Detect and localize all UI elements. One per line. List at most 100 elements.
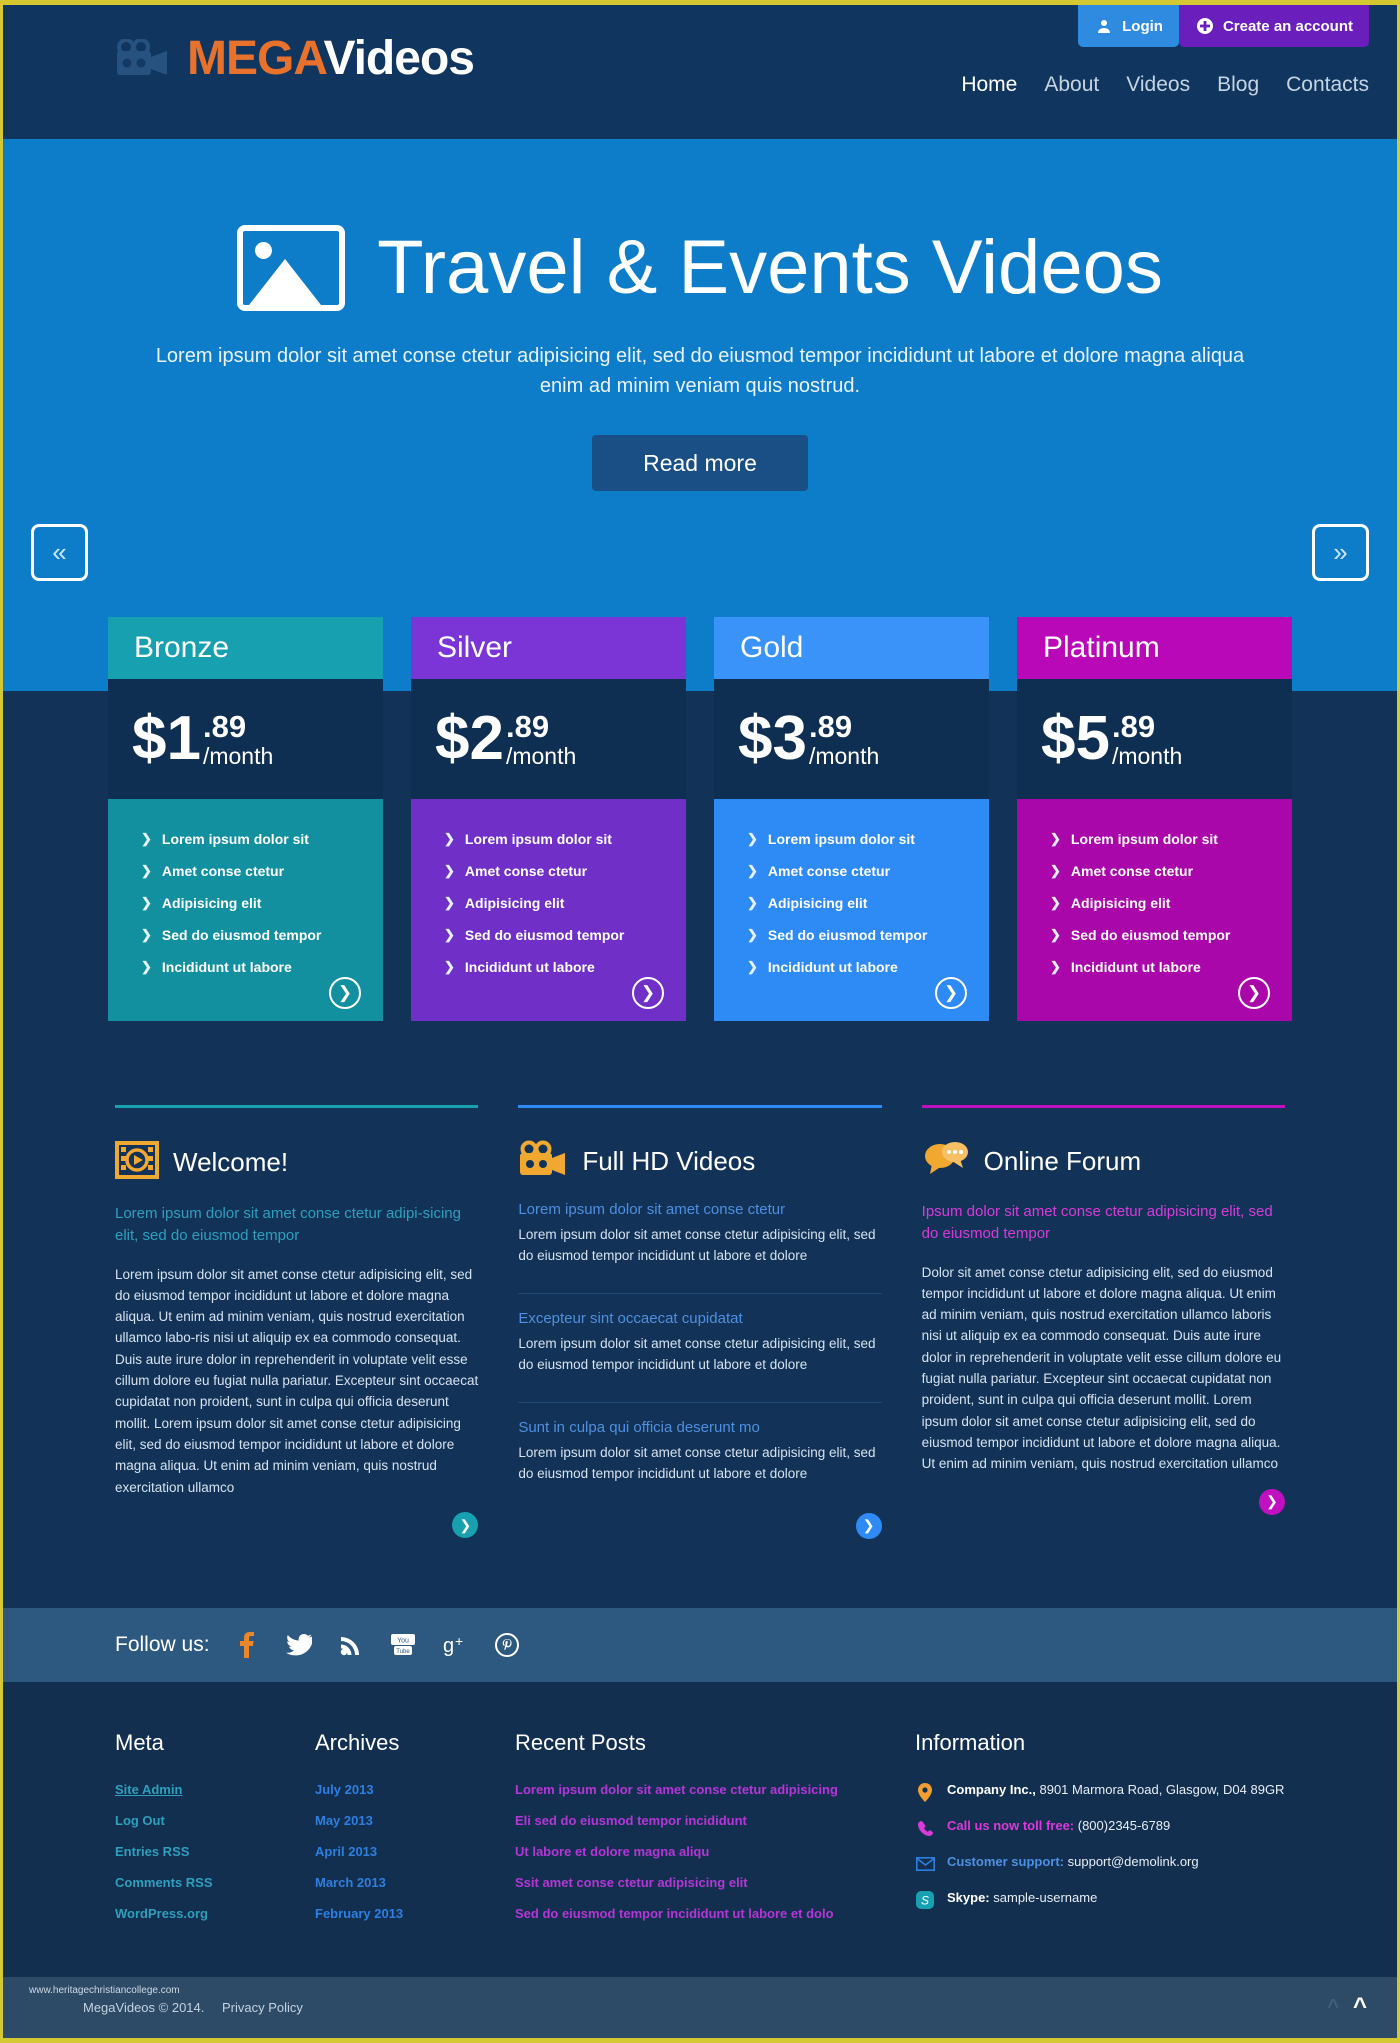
plan-feature-item: ❯ Sed do eiusmod tempor	[411, 919, 686, 951]
scroll-to-top[interactable]: ^ ^	[1327, 1993, 1367, 2021]
footer-link-comments-rss[interactable]: Comments RSS	[115, 1875, 315, 1890]
divider	[518, 1401, 882, 1403]
plan-feature-label: Adipisicing elit	[1070, 895, 1171, 911]
hd-block: Lorem ipsum dolor sit amet conse ctetur …	[518, 1201, 881, 1281]
facebook-icon[interactable]	[232, 1630, 262, 1660]
page-root: Login Create an account MEGAVideos Home …	[0, 0, 1400, 2043]
skype-icon: S	[915, 1890, 935, 1910]
chevron-up-icon: ^	[1327, 1995, 1339, 2018]
recent-post-link[interactable]: Eli sed do eiusmod tempor incididunt	[515, 1813, 915, 1828]
rss-icon[interactable]	[336, 1630, 366, 1660]
chevron-right-icon: ❯	[141, 959, 152, 974]
envelope-icon	[915, 1854, 935, 1874]
privacy-policy-link[interactable]: Privacy Policy	[222, 2000, 303, 2015]
nav-item-contacts[interactable]: Contacts	[1286, 73, 1369, 97]
footer-link-entries-rss[interactable]: Entries RSS	[115, 1844, 315, 1859]
info-label: Call us now toll free:	[947, 1818, 1075, 1833]
plan-header: Platinum	[1017, 617, 1292, 679]
plan-price-cents: .89	[808, 708, 853, 744]
archive-link[interactable]: May 2013	[315, 1813, 515, 1828]
recent-post-link[interactable]: Ssit amet conse ctetur adipisicing elit	[515, 1875, 915, 1890]
feature-title: Online Forum	[983, 1146, 1142, 1176]
feature-go-button[interactable]: ❯	[452, 1512, 479, 1539]
feature-go-button[interactable]: ❯	[855, 1512, 882, 1539]
google-plus-icon[interactable]: g +	[440, 1630, 470, 1660]
plan-feature-item: ❯ Sed do eiusmod tempor	[1017, 919, 1292, 951]
plan-price: $1 .89 /month	[108, 679, 383, 799]
nav-item-blog[interactable]: Blog	[1217, 73, 1259, 97]
plan-features: ❯ Lorem ipsum dolor sit ❯ Amet conse ctetu…	[714, 799, 989, 1021]
plan-feature-item: ❯ Lorem ipsum dolor sit	[714, 823, 989, 855]
login-label: Login	[1122, 17, 1163, 35]
features-section: Welcome! Lorem ipsum dolor sit amet cons…	[115, 1105, 1285, 1539]
archive-link[interactable]: July 2013	[315, 1782, 515, 1797]
nav-item-home[interactable]: Home	[961, 73, 1017, 97]
youtube-icon[interactable]: You Tube	[388, 1630, 418, 1660]
feature-column-hdvideos: Full HD Videos Lorem ipsum dolor sit ame…	[518, 1105, 882, 1539]
plan-header: Bronze	[108, 617, 383, 679]
plan-price: $2 .89 /month	[411, 679, 686, 799]
feature-body: Dolor sit amet conse ctetur adipisicing …	[921, 1264, 1282, 1472]
read-more-button[interactable]: Read more	[592, 435, 808, 491]
section-rule	[115, 1105, 479, 1108]
login-button[interactable]: Login	[1078, 5, 1179, 47]
site-logo[interactable]: MEGAVideos	[115, 35, 475, 83]
feature-lead: Ipsum dolor sit amet conse ctetur adipis…	[921, 1203, 1273, 1242]
feature-title: Full HD Videos	[582, 1146, 756, 1176]
plan-price-dollars: $3	[738, 704, 807, 773]
feature-go-button[interactable]: ❯	[1258, 1488, 1285, 1515]
chevron-right-icon: ❯	[444, 959, 455, 974]
recent-post-link[interactable]: Lorem ipsum dolor sit amet conse ctetur …	[515, 1782, 915, 1797]
plan-feature-label: Sed do eiusmod tempor	[767, 927, 928, 943]
feature-header: Full HD Videos	[518, 1140, 881, 1183]
feature-column-welcome: Welcome! Lorem ipsum dolor sit amet cons…	[115, 1105, 479, 1539]
svg-text:g: g	[443, 1635, 454, 1657]
slider-next-button[interactable]: »	[1312, 524, 1369, 581]
feature-header: Welcome!	[115, 1140, 478, 1185]
archive-link[interactable]: March 2013	[315, 1875, 515, 1890]
plan-go-button[interactable]: ❯	[1238, 977, 1270, 1009]
recent-post-link[interactable]: Ut labore et dolore magna aliqu	[515, 1844, 915, 1859]
chevron-up-icon[interactable]: ^	[1353, 1993, 1367, 2021]
auth-buttons: Login Create an account	[1078, 5, 1369, 47]
plan-go-button[interactable]: ❯	[935, 977, 967, 1009]
bottom-bar: www.heritagechristiancollege.com MegaVid…	[3, 1977, 1397, 2038]
footer-title: Archives	[315, 1730, 400, 1755]
footer-link-wordpress[interactable]: WordPress.org	[115, 1906, 315, 1921]
plan-feature-label: Amet conse ctetur	[161, 863, 285, 879]
plan-header: Silver	[411, 617, 686, 679]
plan-go-button[interactable]: ❯	[329, 977, 361, 1009]
footer-link-site-admin[interactable]: Site Admin	[115, 1782, 315, 1797]
recent-post-link[interactable]: Sed do eiusmod tempor incididunt ut labo…	[515, 1906, 915, 1921]
archive-link[interactable]: April 2013	[315, 1844, 515, 1859]
plan-go-button[interactable]: ❯	[632, 977, 664, 1009]
hd-subtitle[interactable]: Sunt in culpa qui officia deserunt mo	[518, 1419, 881, 1436]
hero-title: Travel & Events Videos	[377, 225, 1163, 310]
divider	[518, 1292, 882, 1294]
pinterest-icon[interactable]	[492, 1630, 522, 1660]
footer-link-log-out[interactable]: Log Out	[115, 1813, 315, 1828]
chevron-right-icon: ❯	[1050, 863, 1061, 878]
hd-subtitle[interactable]: Lorem ipsum dolor sit amet conse ctetur	[518, 1201, 881, 1218]
map-pin-icon	[915, 1782, 935, 1802]
twitter-icon[interactable]	[284, 1630, 314, 1660]
plan-feature-item: ❯ Sed do eiusmod tempor	[108, 919, 383, 951]
image-placeholder-icon	[237, 225, 346, 311]
footer-title: Information	[915, 1730, 1026, 1755]
info-value[interactable]: support@demolink.org	[1068, 1854, 1199, 1869]
archive-link[interactable]: February 2013	[315, 1906, 515, 1921]
nav-item-about[interactable]: About	[1044, 73, 1099, 97]
logo-text: MEGAVideos	[187, 35, 475, 83]
plan-price-dollars: $2	[435, 704, 504, 773]
plan-price-period: /month	[202, 742, 274, 769]
chevron-right-icon: ❯	[444, 895, 455, 910]
pricing-plan-platinum: Platinum $5 .89 /month ❯ Lorem ipsum dolo…	[1017, 617, 1292, 1021]
plan-feature-label: Incididunt ut labore	[464, 959, 595, 975]
plan-feature-label: Lorem ipsum dolor sit	[767, 831, 915, 847]
plan-feature-label: Adipisicing elit	[161, 895, 262, 911]
nav-item-videos[interactable]: Videos	[1126, 73, 1190, 97]
slider-prev-button[interactable]: «	[31, 524, 88, 581]
create-account-button[interactable]: Create an account	[1178, 5, 1369, 47]
hd-subtitle[interactable]: Excepteur sint occaecat cupidatat	[518, 1310, 881, 1327]
chevron-right-icon: ❯	[747, 863, 758, 878]
